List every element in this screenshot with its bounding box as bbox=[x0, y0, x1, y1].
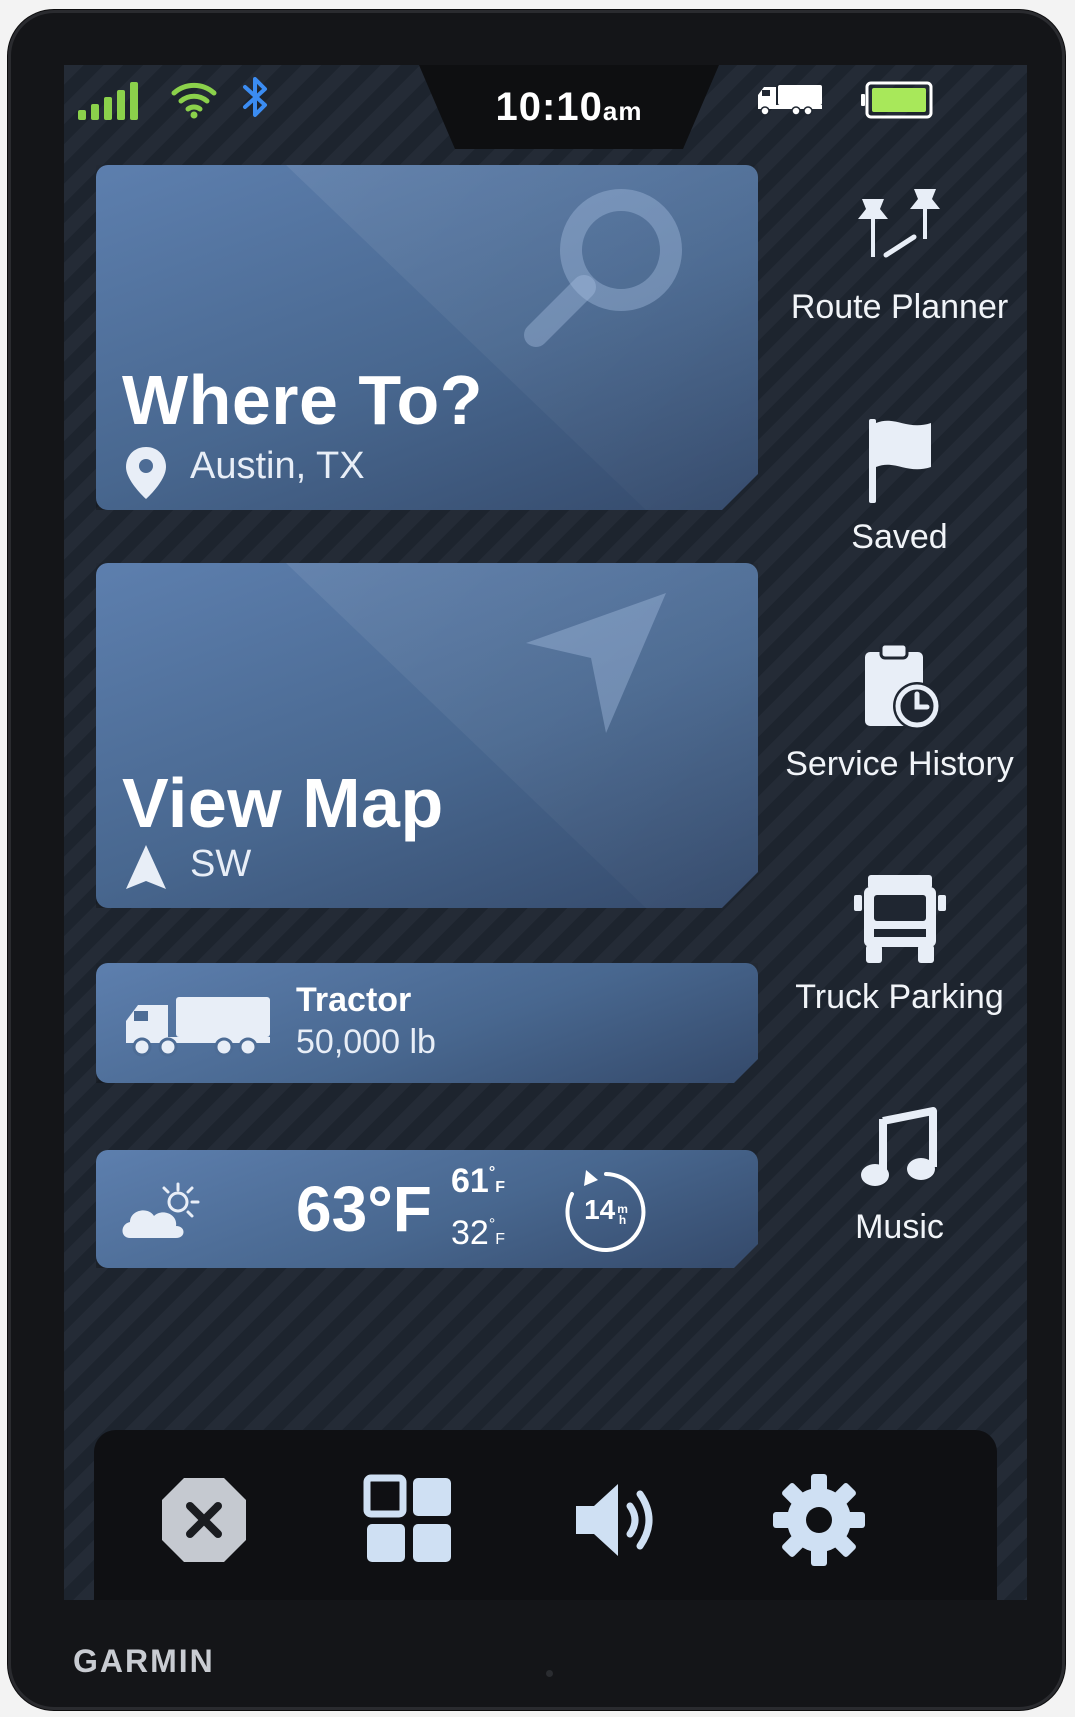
weather-card[interactable]: 63°F 61°F 32°F 14 m h bbox=[96, 1150, 758, 1268]
bluetooth-icon bbox=[243, 77, 267, 117]
low-temp-unit: F bbox=[495, 1231, 506, 1248]
low-temp-value: 32 bbox=[451, 1214, 489, 1252]
ambient-sensor bbox=[546, 1670, 553, 1677]
device-frame: 10:10am Where To? Austin, TX View Map SW… bbox=[8, 10, 1065, 1710]
sidebar-item-service-history[interactable]: Service History bbox=[772, 640, 1027, 784]
settings-gear-icon[interactable] bbox=[769, 1470, 869, 1570]
sidebar-item-label: Truck Parking bbox=[795, 978, 1004, 1016]
clock-suffix: am bbox=[602, 96, 643, 126]
truck-icon bbox=[758, 85, 822, 116]
heading-arrow-icon bbox=[124, 843, 168, 891]
view-map-card[interactable]: View Map SW bbox=[96, 563, 758, 908]
truck-front-icon bbox=[853, 875, 946, 963]
vehicle-name: Tractor bbox=[296, 981, 412, 1019]
sidebar-item-route-planner[interactable]: Route Planner bbox=[772, 185, 1027, 327]
tractor-trailer-icon bbox=[124, 993, 274, 1057]
sidebar-item-truck-parking[interactable]: Truck Parking bbox=[772, 873, 1027, 1017]
where-to-location: Austin, TX bbox=[190, 445, 365, 487]
high-temp-value: 61 bbox=[451, 1162, 489, 1200]
volume-icon[interactable] bbox=[564, 1470, 664, 1570]
pushpin-route-icon bbox=[857, 189, 940, 258]
sidebar-item-label: Music bbox=[855, 1208, 944, 1246]
screen: 10:10am Where To? Austin, TX View Map SW… bbox=[64, 65, 1027, 1600]
wifi-icon bbox=[171, 82, 217, 119]
vehicle-profile-card[interactable]: Tractor 50,000 lb bbox=[96, 963, 758, 1083]
close-icon[interactable] bbox=[154, 1470, 254, 1570]
music-note-icon bbox=[860, 1107, 937, 1186]
garmin-logo: GARMIN bbox=[73, 1643, 215, 1679]
low-temperature: 32°F bbox=[451, 1214, 506, 1252]
clock: 10:10am bbox=[419, 85, 719, 130]
high-temperature: 61°F bbox=[451, 1162, 506, 1200]
sidebar-item-music[interactable]: Music bbox=[772, 1105, 1027, 1247]
current-temperature: 63°F bbox=[296, 1173, 432, 1245]
location-pin-icon bbox=[124, 445, 168, 501]
where-to-card[interactable]: Where To? Austin, TX bbox=[96, 165, 758, 510]
battery-icon bbox=[861, 81, 933, 119]
timer-value: 14 bbox=[584, 1194, 616, 1225]
navigation-arrow-icon bbox=[516, 588, 676, 738]
vehicle-weight: 50,000 lb bbox=[296, 1023, 436, 1061]
view-map-heading: SW bbox=[190, 843, 252, 885]
sidebar-item-label: Route Planner bbox=[790, 288, 1009, 326]
sidebar-item-saved[interactable]: Saved bbox=[772, 415, 1027, 557]
sidebar-item-label: Saved bbox=[851, 518, 948, 556]
sidebar-item-label: Service History bbox=[785, 745, 1014, 783]
high-temp-unit: F bbox=[495, 1179, 506, 1196]
signal-icon bbox=[78, 82, 138, 120]
search-icon bbox=[516, 185, 686, 355]
where-to-title: Where To? bbox=[122, 361, 483, 439]
view-map-title: View Map bbox=[122, 764, 444, 842]
partly-cloudy-icon bbox=[118, 1180, 208, 1244]
bottom-dock bbox=[94, 1430, 997, 1600]
apps-grid-icon[interactable] bbox=[359, 1470, 459, 1570]
flag-icon bbox=[868, 419, 931, 503]
clock-time: 10:10 bbox=[495, 85, 603, 129]
timer-unit-bottom: h bbox=[618, 1212, 627, 1227]
clipboard-clock-icon bbox=[864, 642, 941, 730]
timer-readout: 14 m h bbox=[574, 1194, 638, 1226]
